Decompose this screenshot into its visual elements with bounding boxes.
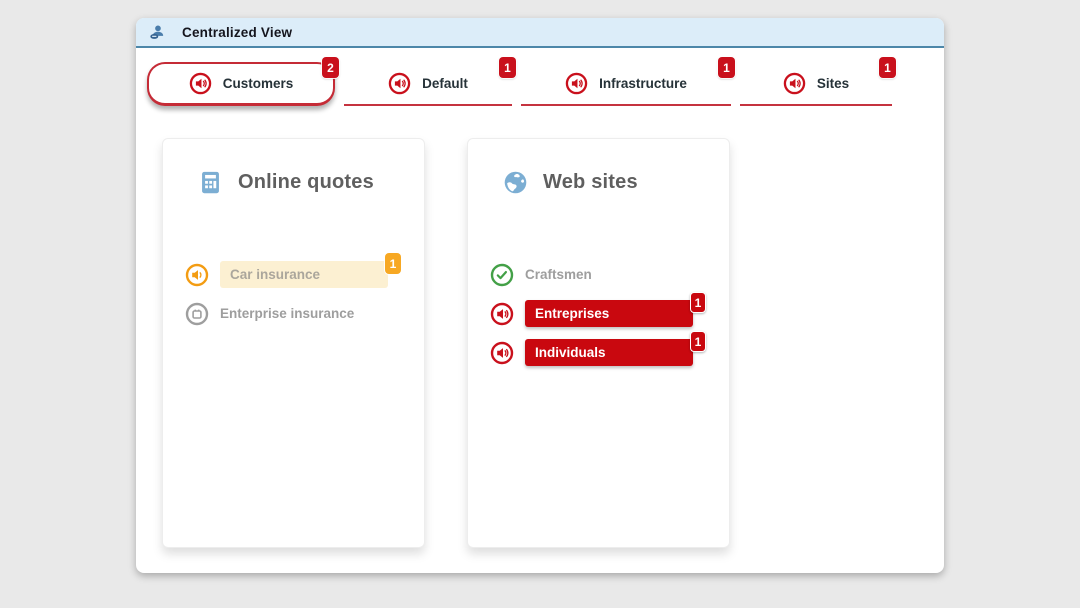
user-contact-icon — [149, 24, 166, 41]
tab-badge: 1 — [879, 57, 896, 78]
service-badge: 1 — [690, 292, 706, 313]
tab-badge: 1 — [499, 57, 516, 78]
service-label: Car insurance — [230, 267, 321, 282]
service-label: Individuals — [535, 345, 606, 360]
service-badge: 1 — [690, 331, 706, 352]
tab-customers[interactable]: Customers 2 — [147, 57, 339, 106]
card-header: Online quotes — [197, 169, 424, 196]
service-label-box: Individuals 1 — [525, 331, 706, 366]
tab-label: Sites — [816, 75, 850, 91]
tab-label: Infrastructure — [599, 75, 687, 91]
check-icon — [490, 263, 514, 287]
service-label-box: Entreprises 1 — [525, 292, 706, 327]
speaker-icon — [783, 72, 806, 95]
tab-default[interactable]: Default 1 — [344, 57, 516, 106]
service-label: Craftsmen — [525, 267, 592, 282]
calendar-icon — [185, 302, 209, 326]
tab-sites[interactable]: Sites 1 — [740, 57, 896, 106]
tab-label: Default — [422, 75, 468, 91]
service-label: Enterprise insurance — [220, 306, 355, 321]
card-title: Web sites — [543, 171, 638, 193]
centralized-view-window: Centralized View Customers 2 Default 1 I… — [136, 18, 944, 573]
cards-area: Online quotes Car insurance 1 Enterprise… — [136, 106, 944, 548]
card-web-sites: Web sites Craftsmen Entreprises 1 Indivi… — [467, 138, 730, 548]
title-bar: Centralized View — [136, 18, 944, 48]
card-title: Online quotes — [238, 171, 374, 193]
service-row-enterprise-insurance[interactable]: Enterprise insurance — [185, 299, 424, 328]
service-list: Car insurance 1 Enterprise insurance — [185, 253, 424, 328]
service-badge: 1 — [385, 253, 401, 274]
service-list: Craftsmen Entreprises 1 Individuals 1 — [490, 260, 729, 367]
speaker-icon — [388, 72, 411, 95]
service-row-car-insurance[interactable]: Car insurance 1 — [185, 253, 424, 289]
tab-infrastructure[interactable]: Infrastructure 1 — [521, 57, 735, 106]
calculator-icon — [197, 169, 224, 196]
speaker-icon — [189, 72, 212, 95]
service-row-individuals[interactable]: Individuals 1 — [490, 331, 729, 367]
tab-badge: 1 — [718, 57, 735, 78]
tab-bar: Customers 2 Default 1 Infrastructure 1 S… — [136, 48, 944, 106]
tab-badge: 2 — [322, 57, 339, 78]
service-row-entreprises[interactable]: Entreprises 1 — [490, 292, 729, 328]
service-label: Entreprises — [535, 306, 610, 321]
speaker-icon — [185, 263, 209, 287]
page-title: Centralized View — [182, 24, 293, 40]
card-online-quotes: Online quotes Car insurance 1 Enterprise… — [162, 138, 425, 548]
service-label-box: Car insurance 1 — [220, 253, 401, 288]
tab-label: Customers — [222, 76, 294, 91]
globe-icon — [502, 169, 529, 196]
speaker-icon — [490, 302, 514, 326]
speaker-icon — [565, 72, 588, 95]
card-header: Web sites — [502, 169, 729, 196]
service-row-craftsmen[interactable]: Craftsmen — [490, 260, 729, 289]
speaker-icon — [490, 341, 514, 365]
